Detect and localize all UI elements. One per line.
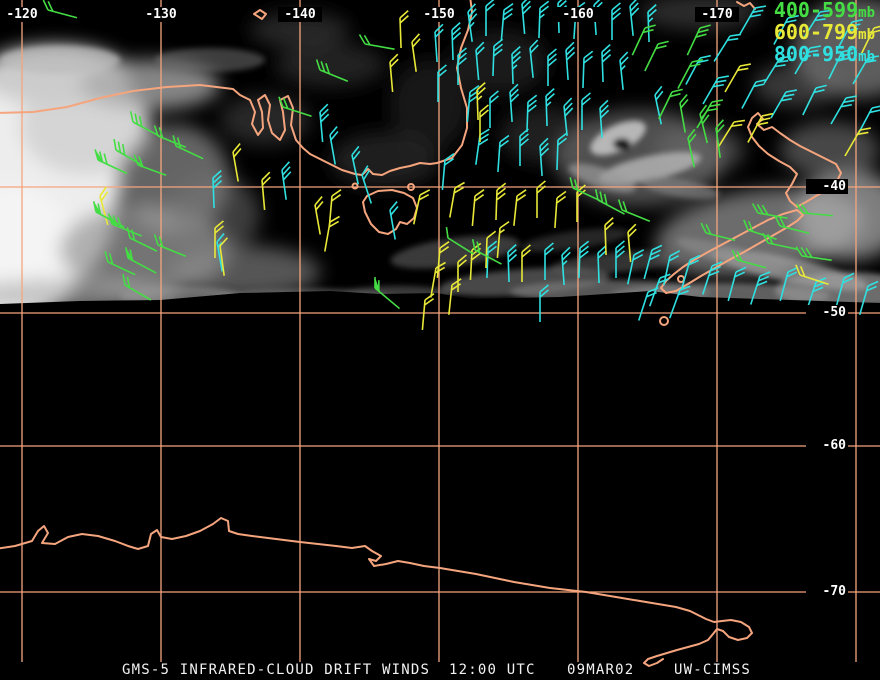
longitude-label: -170 <box>695 7 739 22</box>
legend-range: 600-799 <box>773 20 859 44</box>
caption-product: GMS-5 INFRARED-CLOUD DRIFT WINDS <box>122 662 431 678</box>
longitude-label: -140 <box>278 7 322 22</box>
legend-range: 800-950 <box>773 42 859 66</box>
longitude-label: -160 <box>556 7 600 22</box>
legend-unit: mb <box>858 49 875 65</box>
caption-time: 12:00 UTC <box>449 662 536 678</box>
latitude-label: -70 <box>806 584 848 599</box>
satellite-map: -120 -130 -140 -150 -160 -170 -40 -50 -60 -70 40… <box>0 0 880 680</box>
longitude-label: -150 <box>417 7 461 22</box>
latitude-label: -40 <box>806 179 848 194</box>
latitude-label: -50 <box>806 305 848 320</box>
longitude-label: -130 <box>139 7 183 22</box>
legend-unit: mb <box>858 27 875 43</box>
caption-source: UW-CIMSS <box>674 662 752 678</box>
legend-unit: mb <box>858 5 875 21</box>
longitude-label: -120 <box>0 7 44 22</box>
legend: 400-599mb 600-799mb 800-950mb <box>773 0 875 67</box>
legend-range: 400-599 <box>773 0 859 22</box>
satellite-map-canvas <box>0 0 880 680</box>
caption-date: 09MAR02 <box>567 662 635 678</box>
legend-item: 800-950mb <box>773 42 875 67</box>
latitude-label: -60 <box>806 438 848 453</box>
